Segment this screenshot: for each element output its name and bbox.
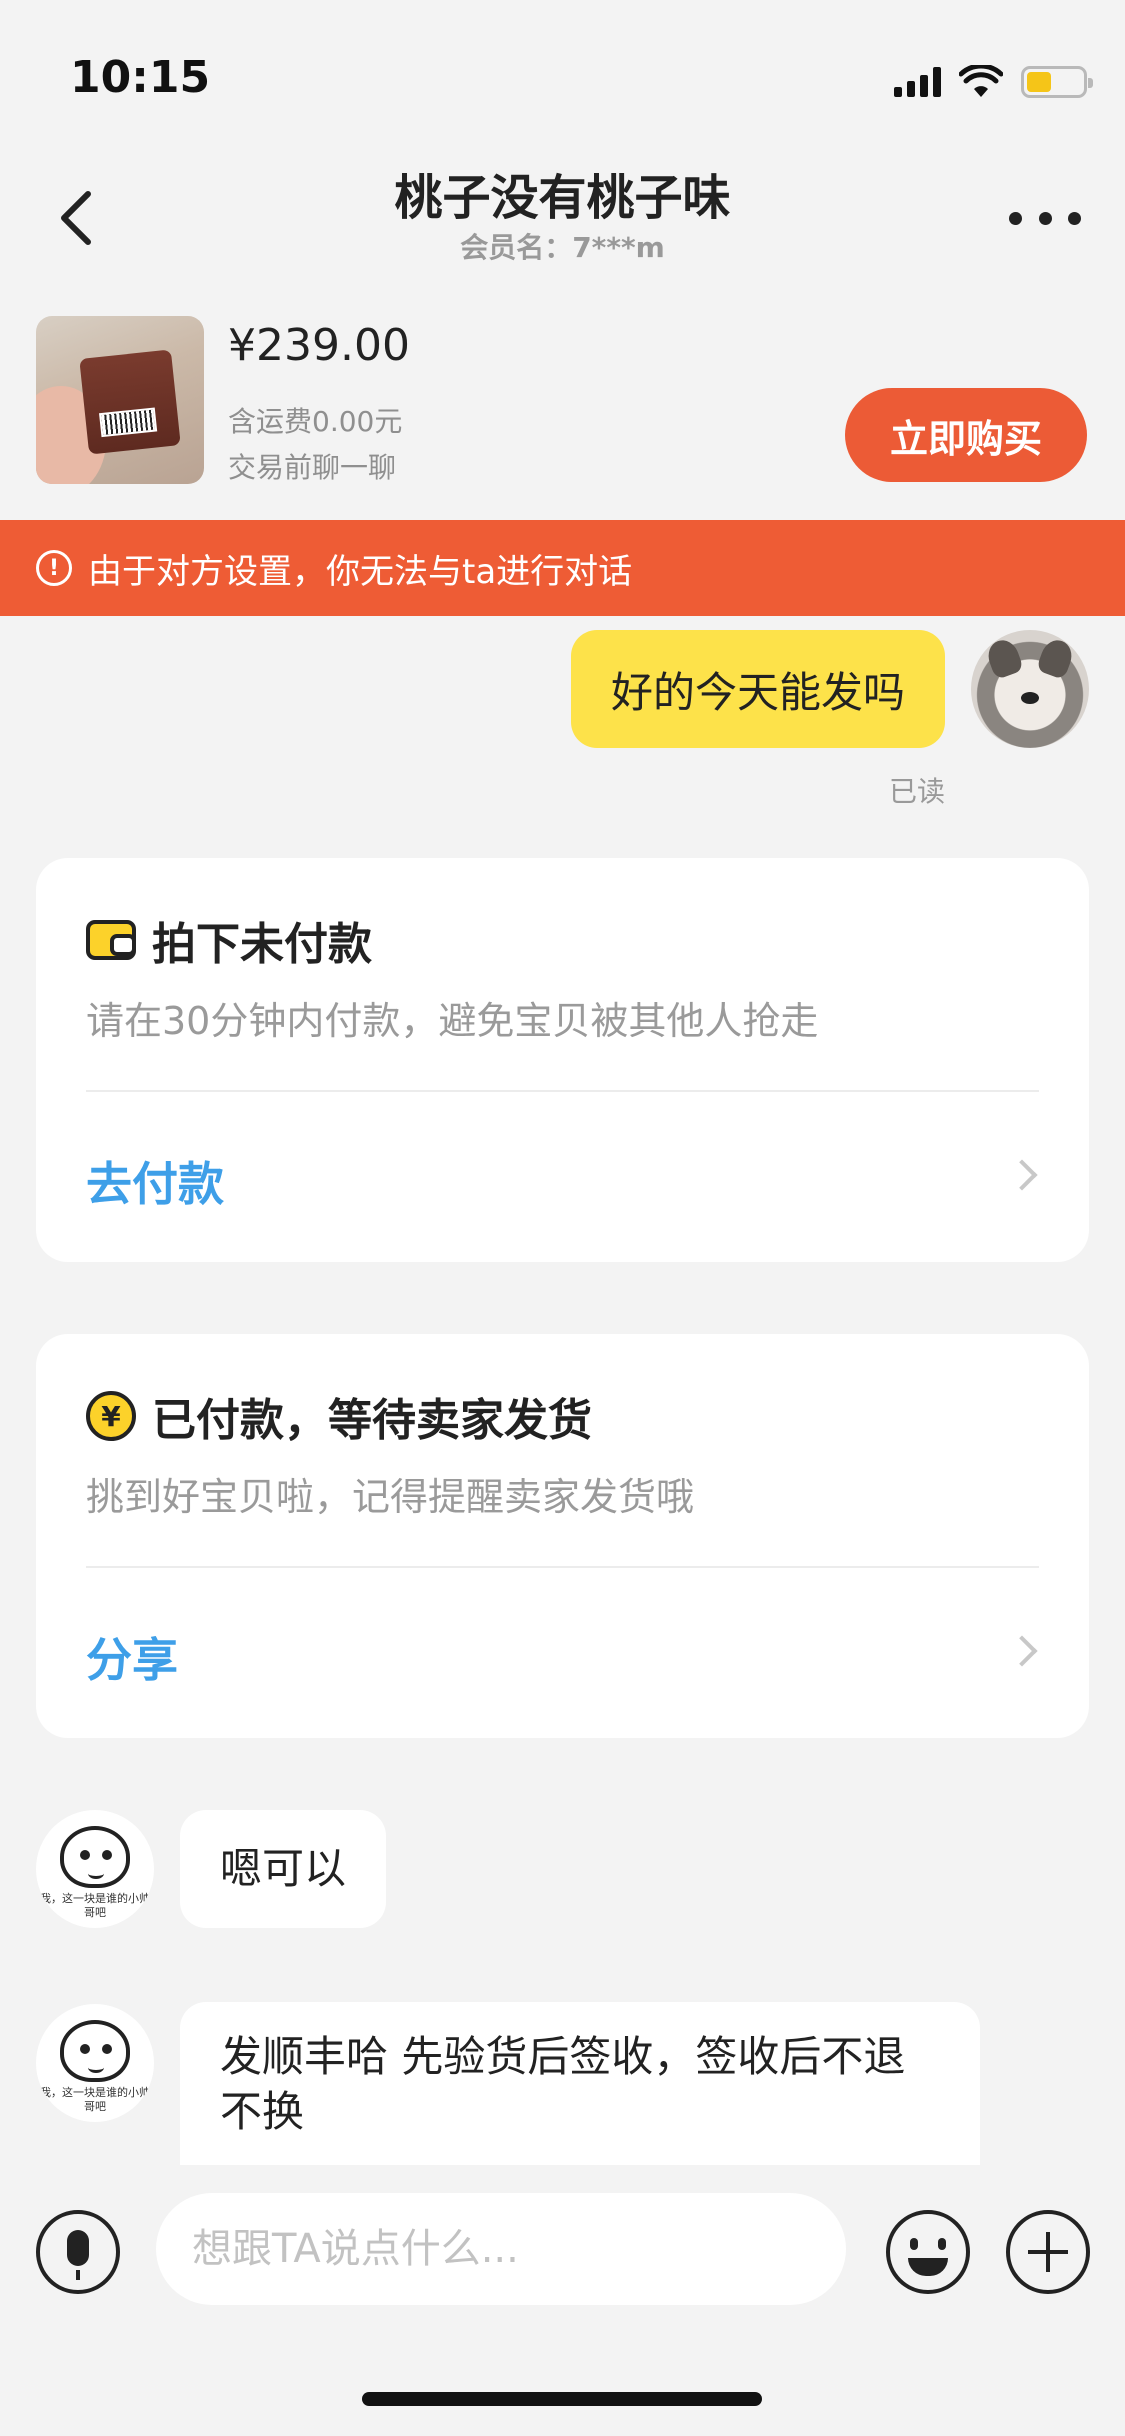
home-indicator bbox=[362, 2392, 762, 2406]
chat-header: 桃子没有桃子味 会员名：7***m bbox=[0, 140, 1125, 290]
card-title: 已付款，等待卖家发货 bbox=[152, 1395, 592, 1446]
my-avatar[interactable] bbox=[971, 630, 1089, 748]
divider bbox=[86, 1090, 1039, 1092]
avatar-caption: 我，这一块是谁的小帅哥吧 bbox=[40, 2086, 150, 2114]
share-link[interactable]: 分享 bbox=[86, 1624, 178, 1690]
yen-icon: ¥ bbox=[86, 1391, 136, 1441]
product-price: ¥239.00 bbox=[228, 320, 410, 371]
more-options-icon[interactable] bbox=[1009, 200, 1081, 236]
battery-icon bbox=[1021, 66, 1093, 98]
warning-icon: ! bbox=[36, 550, 72, 586]
order-card-unpaid: 拍下未付款 请在30分钟内付款，避免宝贝被其他人抢走 去付款 bbox=[36, 858, 1089, 1262]
pay-link[interactable]: 去付款 bbox=[86, 1148, 224, 1214]
emoji-icon[interactable] bbox=[886, 2210, 970, 2294]
message-input[interactable] bbox=[156, 2193, 846, 2305]
avatar-caption: 我，这一块是谁的小帅哥吧 bbox=[40, 1892, 150, 1920]
microphone-icon bbox=[67, 2230, 89, 2280]
seller-message-bubble[interactable]: 嗯可以 bbox=[180, 1810, 387, 1928]
read-status: 已读 bbox=[888, 775, 945, 808]
warning-text: 由于对方设置，你无法与ta进行对话 bbox=[88, 551, 633, 592]
wallet-icon bbox=[86, 920, 136, 960]
seller-message-bubble[interactable]: 发顺丰哈 先验货后签收，签收后不退不换 bbox=[180, 2002, 980, 2182]
seller-avatar[interactable]: 我，这一块是谁的小帅哥吧 bbox=[36, 2004, 154, 2122]
warning-banner: ! 由于对方设置，你无法与ta进行对话 bbox=[0, 520, 1125, 616]
card-description: 挑到好宝贝啦，记得提醒卖家发货哦 bbox=[86, 1475, 695, 1519]
seller-avatar[interactable]: 我，这一块是谁的小帅哥吧 bbox=[36, 1810, 154, 1928]
order-card-paid: ¥ 已付款，等待卖家发货 挑到好宝贝啦，记得提醒卖家发货哦 分享 bbox=[36, 1334, 1089, 1738]
plus-icon[interactable] bbox=[1006, 2210, 1090, 2294]
product-shipping: 含运费0.00元 bbox=[228, 405, 403, 438]
status-icons bbox=[894, 62, 1093, 102]
divider bbox=[86, 1566, 1039, 1568]
wifi-icon bbox=[959, 65, 1003, 97]
voice-input-button[interactable] bbox=[36, 2210, 120, 2294]
product-note: 交易前聊一聊 bbox=[228, 451, 397, 484]
cellular-signal-icon bbox=[894, 67, 941, 97]
chat-title: 桃子没有桃子味 bbox=[394, 170, 731, 226]
chevron-right-icon[interactable] bbox=[1006, 1159, 1038, 1191]
member-name: 会员名：7***m bbox=[460, 231, 665, 264]
buy-now-button[interactable]: 立即购买 bbox=[845, 388, 1087, 482]
status-time: 10:15 bbox=[70, 52, 211, 103]
card-title: 拍下未付款 bbox=[152, 919, 372, 970]
product-bar: ¥239.00 含运费0.00元 交易前聊一聊 立即购买 bbox=[0, 290, 1125, 520]
card-description: 请在30分钟内付款，避免宝贝被其他人抢走 bbox=[86, 999, 819, 1043]
product-thumbnail[interactable] bbox=[36, 316, 204, 484]
my-message-bubble[interactable]: 好的今天能发吗 bbox=[570, 630, 945, 748]
chevron-right-icon[interactable] bbox=[1006, 1635, 1038, 1667]
status-bar: 10:15 bbox=[0, 0, 1125, 140]
